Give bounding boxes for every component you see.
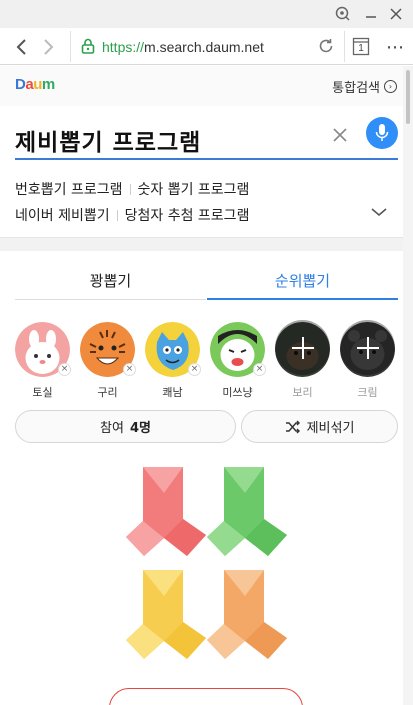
forward-button[interactable] [38, 36, 60, 58]
window-titlebar [0, 0, 413, 28]
lot-ticket-green[interactable] [205, 463, 289, 559]
character-kwaenam[interactable]: × 쾌남 [145, 320, 201, 400]
shuffle-label: 제비섞기 [306, 421, 355, 436]
start-draw-button[interactable] [109, 688, 303, 705]
chevron-right-icon [44, 39, 54, 55]
related-search-link[interactable]: 번호뽑기 프로그램 [15, 179, 123, 199]
character-tosil[interactable]: × 토실 [15, 320, 71, 400]
participants-label: 참여 [100, 421, 124, 436]
related-search-link[interactable]: 네이버 제비뽑기 [15, 205, 110, 225]
character-name: 미쓰냥 [222, 386, 253, 399]
character-name: 쾌남 [162, 386, 183, 399]
remove-character-button[interactable]: × [123, 363, 136, 376]
tab-blank-draw[interactable]: 꽝뽑기 [15, 262, 206, 300]
chevron-down-icon [371, 208, 387, 217]
related-search-link[interactable]: 당첨자 추첨 프로그램 [125, 205, 250, 225]
lot-ticket-red[interactable] [124, 463, 208, 559]
related-row: 번호뽑기 프로그램 숫자 뽑기 프로그램 [15, 176, 375, 202]
back-button[interactable] [10, 36, 32, 58]
lock-icon [81, 38, 95, 58]
character-cream[interactable]: 크림 [340, 320, 395, 400]
chevron-right-circle-icon: › [384, 80, 397, 93]
more-dots-icon[interactable]: ⋯ [384, 36, 406, 58]
daum-header: Daum 통합검색 › [0, 66, 413, 106]
integrated-search-label: 통합검색 [332, 81, 380, 96]
section-divider [0, 237, 413, 251]
reload-icon[interactable] [317, 37, 335, 59]
close-icon [333, 128, 347, 142]
integrated-search-link[interactable]: 통합검색 › [332, 77, 397, 96]
lot-ticket-yellow[interactable] [124, 566, 208, 662]
microphone-icon [375, 124, 389, 141]
url-text: https://m.search.daum.net [102, 39, 264, 55]
expand-related-button[interactable] [370, 203, 388, 217]
draw-mode-tabs: 꽝뽑기 순위뽑기 [15, 262, 398, 300]
shuffle-button[interactable]: 제비섞기 [241, 410, 398, 443]
character-name: 토실 [32, 386, 53, 399]
pin-icon[interactable] [332, 3, 354, 25]
character-guri[interactable]: × 구리 [80, 320, 136, 400]
close-window-button[interactable] [385, 3, 407, 25]
remove-character-button[interactable]: × [188, 363, 201, 376]
lot-ticket-orange[interactable] [205, 566, 289, 662]
character-missnyang[interactable]: × 미쓰냥 [210, 320, 266, 400]
tab-rank-draw[interactable]: 순위뽑기 [207, 262, 398, 300]
character-name: 구리 [97, 386, 118, 399]
search-area: 제비뽑기 프로그램 [0, 106, 413, 162]
scroll-thumb[interactable] [406, 70, 410, 124]
add-character-plus-icon[interactable] [340, 320, 395, 375]
minimize-button[interactable] [360, 3, 382, 25]
url-field[interactable]: https://m.search.daum.net [70, 31, 345, 62]
character-list: × 토실 × 구리 × 쾌남 × 미쓰냥 보리 크림 [15, 320, 413, 400]
add-character-plus-icon[interactable] [275, 320, 330, 375]
tab-count: 1 [358, 43, 364, 54]
related-row: 네이버 제비뽑기 당첨자 추첨 프로그램 [15, 202, 375, 228]
character-name: 보리 [292, 386, 313, 399]
shuffle-icon [285, 420, 300, 433]
tab-count-button[interactable]: 1 [352, 35, 372, 57]
divider [129, 183, 131, 195]
participants-count: 4명 [129, 421, 151, 436]
page-scrollbar[interactable] [403, 66, 413, 705]
clear-search-button[interactable] [331, 126, 351, 146]
search-input[interactable]: 제비뽑기 프로그램 [15, 123, 201, 157]
divider [116, 209, 118, 221]
voice-search-button[interactable] [366, 117, 398, 149]
character-name: 크림 [357, 386, 378, 399]
related-search-link[interactable]: 숫자 뽑기 프로그램 [138, 179, 250, 199]
chevron-left-icon [16, 39, 26, 55]
participants-button[interactable]: 참여 4명 [15, 410, 236, 443]
character-bori[interactable]: 보리 [275, 320, 330, 400]
remove-character-button[interactable]: × [253, 363, 266, 376]
related-searches: 번호뽑기 프로그램 숫자 뽑기 프로그램 네이버 제비뽑기 당첨자 추첨 프로그… [15, 176, 375, 228]
search-underline [15, 158, 398, 160]
remove-character-button[interactable]: × [58, 363, 71, 376]
daum-logo[interactable]: Daum [15, 76, 55, 93]
